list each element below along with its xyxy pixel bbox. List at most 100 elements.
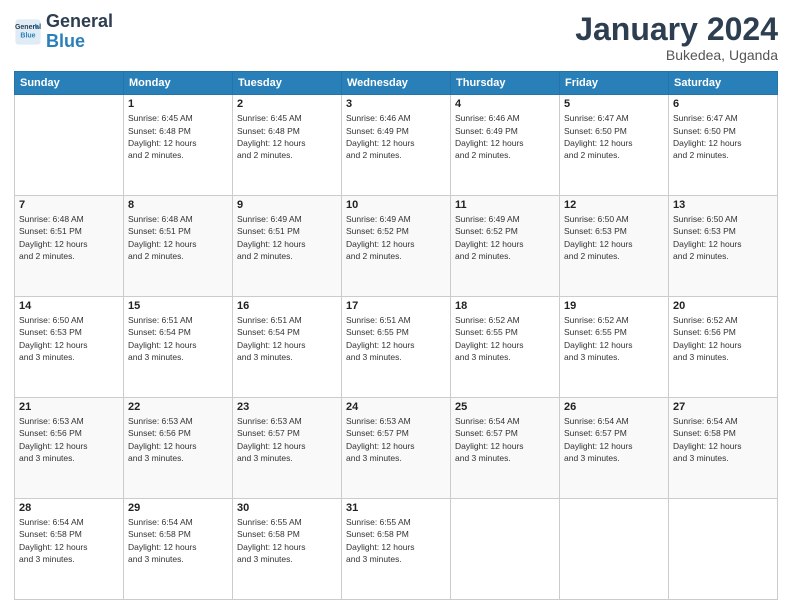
day-number: 1: [128, 98, 228, 110]
day-cell: 17 Sunrise: 6:51 AMSunset: 6:55 PMDayligh…: [342, 297, 451, 398]
col-friday: Friday: [560, 72, 669, 95]
day-cell: 8Sunrise: 6:48 AMSunset: 6:51 PMDaylight…: [124, 196, 233, 297]
day-info: Sunrise: 6:52 AMSunset: 6:55 PMDaylight:…: [455, 314, 555, 363]
week-row-4: 28 Sunrise: 6:54 AMSunset: 6:58 PMDayligh…: [15, 499, 778, 600]
col-saturday: Saturday: [669, 72, 778, 95]
calendar-subtitle: Bukedea, Uganda: [575, 47, 778, 63]
day-number: 16: [237, 300, 337, 312]
week-row-2: 14 Sunrise: 6:50 AMSunset: 6:53 PMDayligh…: [15, 297, 778, 398]
day-cell: 27Sunrise: 6:54 AMSunset: 6:58 PMDayligh…: [669, 398, 778, 499]
week-row-0: 1 Sunrise: 6:45 AMSunset: 6:48 PMDaylight…: [15, 95, 778, 196]
day-number: 26: [564, 401, 664, 413]
day-number: 20: [673, 300, 773, 312]
day-info: Sunrise: 6:45 AMSunset: 6:48 PMDaylight:…: [237, 112, 337, 161]
day-number: 4: [455, 98, 555, 110]
day-number: 23: [237, 401, 337, 413]
day-info: Sunrise: 6:48 AMSunset: 6:51 PMDaylight:…: [128, 213, 228, 262]
day-cell: 5 Sunrise: 6:47 AMSunset: 6:50 PMDaylight…: [560, 95, 669, 196]
day-cell: 11 Sunrise: 6:49 AMSunset: 6:52 PMDayligh…: [451, 196, 560, 297]
day-number: 22: [128, 401, 228, 413]
day-number: 21: [19, 401, 119, 413]
day-cell: 19Sunrise: 6:52 AMSunset: 6:55 PMDayligh…: [560, 297, 669, 398]
day-number: 15: [128, 300, 228, 312]
day-cell: 3 Sunrise: 6:46 AMSunset: 6:49 PMDaylight…: [342, 95, 451, 196]
day-number: 10: [346, 199, 446, 211]
day-info: Sunrise: 6:49 AMSunset: 6:52 PMDaylight:…: [455, 213, 555, 262]
day-cell: 4Sunrise: 6:46 AMSunset: 6:49 PMDaylight…: [451, 95, 560, 196]
day-cell: 31 Sunrise: 6:55 AMSunset: 6:58 PMDayligh…: [342, 499, 451, 600]
day-cell: 9Sunrise: 6:49 AMSunset: 6:51 PMDaylight…: [233, 196, 342, 297]
day-number: 14: [19, 300, 119, 312]
day-info: Sunrise: 6:51 AMSunset: 6:55 PMDaylight:…: [346, 314, 446, 363]
day-info: Sunrise: 6:50 AMSunset: 6:53 PMDaylight:…: [19, 314, 119, 363]
day-cell: 20Sunrise: 6:52 AMSunset: 6:56 PMDayligh…: [669, 297, 778, 398]
col-thursday: Thursday: [451, 72, 560, 95]
col-tuesday: Tuesday: [233, 72, 342, 95]
logo-text-general: General: [46, 12, 113, 32]
title-block: January 2024 Bukedea, Uganda: [575, 12, 778, 63]
day-number: 13: [673, 199, 773, 211]
day-cell: 14 Sunrise: 6:50 AMSunset: 6:53 PMDayligh…: [15, 297, 124, 398]
day-info: Sunrise: 6:53 AMSunset: 6:57 PMDaylight:…: [346, 415, 446, 464]
day-number: 24: [346, 401, 446, 413]
day-cell: [669, 499, 778, 600]
day-info: Sunrise: 6:53 AMSunset: 6:56 PMDaylight:…: [128, 415, 228, 464]
day-cell: 28 Sunrise: 6:54 AMSunset: 6:58 PMDayligh…: [15, 499, 124, 600]
day-cell: 6 Sunrise: 6:47 AMSunset: 6:50 PMDaylight…: [669, 95, 778, 196]
day-info: Sunrise: 6:45 AMSunset: 6:48 PMDaylight:…: [128, 112, 228, 161]
day-number: 18: [455, 300, 555, 312]
day-info: Sunrise: 6:46 AMSunset: 6:49 PMDaylight:…: [346, 112, 446, 161]
day-cell: 24 Sunrise: 6:53 AMSunset: 6:57 PMDayligh…: [342, 398, 451, 499]
day-cell: 1 Sunrise: 6:45 AMSunset: 6:48 PMDaylight…: [124, 95, 233, 196]
day-number: 17: [346, 300, 446, 312]
day-number: 12: [564, 199, 664, 211]
svg-text:Blue: Blue: [20, 32, 35, 39]
day-cell: 22 Sunrise: 6:53 AMSunset: 6:56 PMDayligh…: [124, 398, 233, 499]
day-info: Sunrise: 6:50 AMSunset: 6:53 PMDaylight:…: [673, 213, 773, 262]
day-number: 31: [346, 502, 446, 514]
day-info: Sunrise: 6:54 AMSunset: 6:58 PMDaylight:…: [673, 415, 773, 464]
col-monday: Monday: [124, 72, 233, 95]
day-cell: 13 Sunrise: 6:50 AMSunset: 6:53 PMDayligh…: [669, 196, 778, 297]
col-wednesday: Wednesday: [342, 72, 451, 95]
day-info: Sunrise: 6:49 AMSunset: 6:51 PMDaylight:…: [237, 213, 337, 262]
day-info: Sunrise: 6:47 AMSunset: 6:50 PMDaylight:…: [673, 112, 773, 161]
day-cell: 15Sunrise: 6:51 AMSunset: 6:54 PMDayligh…: [124, 297, 233, 398]
day-number: 6: [673, 98, 773, 110]
day-cell: 21 Sunrise: 6:53 AMSunset: 6:56 PMDayligh…: [15, 398, 124, 499]
day-number: 2: [237, 98, 337, 110]
day-info: Sunrise: 6:53 AMSunset: 6:56 PMDaylight:…: [19, 415, 119, 464]
day-cell: 25Sunrise: 6:54 AMSunset: 6:57 PMDayligh…: [451, 398, 560, 499]
day-number: 25: [455, 401, 555, 413]
day-cell: 7Sunrise: 6:48 AMSunset: 6:51 PMDaylight…: [15, 196, 124, 297]
day-number: 28: [19, 502, 119, 514]
day-cell: 12 Sunrise: 6:50 AMSunset: 6:53 PMDayligh…: [560, 196, 669, 297]
day-info: Sunrise: 6:49 AMSunset: 6:52 PMDaylight:…: [346, 213, 446, 262]
day-cell: 18 Sunrise: 6:52 AMSunset: 6:55 PMDayligh…: [451, 297, 560, 398]
day-info: Sunrise: 6:54 AMSunset: 6:58 PMDaylight:…: [19, 516, 119, 565]
day-info: Sunrise: 6:50 AMSunset: 6:53 PMDaylight:…: [564, 213, 664, 262]
page: General Blue General Blue January 2024 B…: [0, 0, 792, 612]
logo-text-blue: Blue: [46, 32, 113, 52]
day-info: Sunrise: 6:54 AMSunset: 6:57 PMDaylight:…: [564, 415, 664, 464]
day-number: 5: [564, 98, 664, 110]
day-number: 11: [455, 199, 555, 211]
day-cell: 26 Sunrise: 6:54 AMSunset: 6:57 PMDayligh…: [560, 398, 669, 499]
day-number: 3: [346, 98, 446, 110]
week-row-1: 7 Sunrise: 6:48 AMSunset: 6:51 PMDaylight…: [15, 196, 778, 297]
week-row-3: 21 Sunrise: 6:53 AMSunset: 6:56 PMDayligh…: [15, 398, 778, 499]
day-number: 7: [19, 199, 119, 211]
day-info: Sunrise: 6:47 AMSunset: 6:50 PMDaylight:…: [564, 112, 664, 161]
header: General Blue General Blue January 2024 B…: [14, 12, 778, 63]
day-cell: 2 Sunrise: 6:45 AMSunset: 6:48 PMDaylight…: [233, 95, 342, 196]
logo: General Blue General Blue: [14, 12, 113, 52]
day-number: 29: [128, 502, 228, 514]
day-cell: [560, 499, 669, 600]
day-cell: 30Sunrise: 6:55 AMSunset: 6:58 PMDayligh…: [233, 499, 342, 600]
day-info: Sunrise: 6:55 AMSunset: 6:58 PMDaylight:…: [346, 516, 446, 565]
col-sunday: Sunday: [15, 72, 124, 95]
day-info: Sunrise: 6:54 AMSunset: 6:58 PMDaylight:…: [128, 516, 228, 565]
calendar-title: January 2024: [575, 12, 778, 47]
day-info: Sunrise: 6:51 AMSunset: 6:54 PMDaylight:…: [237, 314, 337, 363]
day-cell: 23Sunrise: 6:53 AMSunset: 6:57 PMDayligh…: [233, 398, 342, 499]
